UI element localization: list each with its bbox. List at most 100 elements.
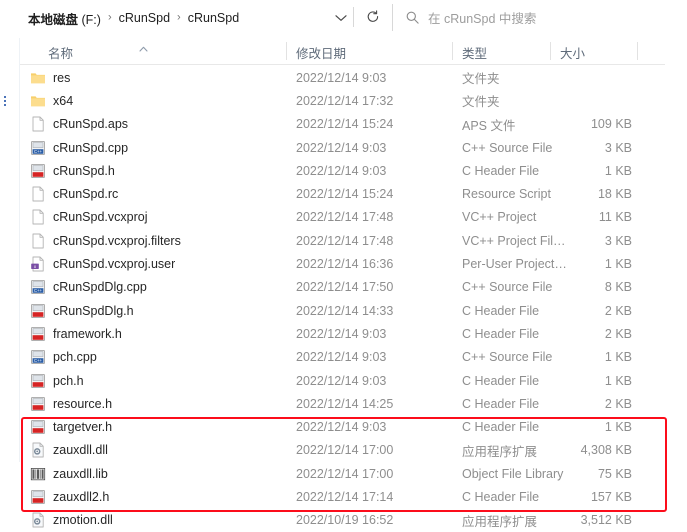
chevron-down-icon[interactable] — [332, 9, 350, 27]
search-box[interactable]: 在 cRunSpd 中搜索 — [392, 4, 683, 31]
file-date-modified: 2022/12/14 9:03 — [296, 140, 387, 155]
file-name[interactable]: cRunSpd.vcxproj.filters — [53, 234, 181, 248]
column-header-underline — [20, 64, 665, 65]
file-name[interactable]: cRunSpd.h — [53, 164, 115, 178]
file-size: 2 KB — [604, 396, 632, 411]
file-name[interactable]: cRunSpd.aps — [53, 117, 128, 131]
file-name[interactable]: cRunSpd.vcxproj — [53, 210, 148, 224]
table-row[interactable]: cRunSpd.vcxproj.filters 2022/12/14 17:48 V… — [20, 229, 687, 252]
table-row[interactable]: framework.h 2022/12/14 9:03 C Header File 2… — [20, 322, 687, 345]
file-size: 4,308 KB — [580, 443, 632, 458]
column-header-row[interactable]: 名称 修改日期 类型 大小 — [20, 38, 687, 64]
breadcrumb-item-crunspd-2[interactable]: cRunSpd — [188, 11, 239, 25]
file-name[interactable]: cRunSpd.cpp — [53, 141, 128, 155]
table-row[interactable]: C++ cRunSpd.cpp 2022/12/14 9:03 C++ Source … — [20, 136, 687, 159]
file-name[interactable]: x64 — [53, 94, 73, 108]
table-row[interactable]: x64 2022/12/14 17:32 文件夹 — [20, 89, 687, 112]
table-row[interactable]: cRunSpd.rc 2022/12/14 15:24 Resource Scrip… — [20, 182, 687, 205]
file-size: 3 KB — [604, 233, 632, 248]
breadcrumb-item-crunspd-1[interactable]: cRunSpd — [119, 11, 170, 25]
blank-file-icon — [30, 116, 46, 132]
table-row[interactable]: pch.h 2022/12/14 9:03 C Header File 1 KB — [20, 369, 687, 392]
folder-icon — [30, 70, 46, 86]
breadcrumb-item-drive[interactable]: 本地磁盘 (F:) — [28, 9, 101, 28]
breadcrumb-drive-letter: (F:) — [78, 12, 101, 27]
address-bar[interactable]: 本地磁盘 (F:) › cRunSpd › cRunSpd 在 cRunSpd … — [0, 0, 687, 36]
file-name[interactable]: cRunSpdDlg.cpp — [53, 280, 147, 294]
file-name[interactable]: zauxdll.dll — [53, 443, 108, 457]
breadcrumb[interactable]: 本地磁盘 (F:) › cRunSpd › cRunSpd — [28, 9, 239, 28]
table-row[interactable]: C++ cRunSpdDlg.cpp 2022/12/14 17:50 C++ Sou… — [20, 276, 687, 299]
column-divider[interactable] — [637, 42, 638, 60]
file-size: 3,512 KB — [580, 513, 632, 528]
file-date-modified: 2022/12/14 14:25 — [296, 396, 394, 411]
file-date-modified: 2022/12/14 16:36 — [296, 257, 394, 272]
column-header-size[interactable]: 大小 — [560, 43, 585, 62]
file-name[interactable]: framework.h — [53, 327, 122, 341]
cpp-file-icon: C++ — [30, 140, 46, 156]
column-header-type[interactable]: 类型 — [462, 43, 487, 62]
file-type: 文件夹 — [462, 95, 500, 110]
column-divider[interactable] — [452, 42, 453, 60]
header-file-icon — [30, 419, 46, 435]
file-name[interactable]: targetver.h — [53, 420, 112, 434]
file-name[interactable]: resource.h — [53, 397, 112, 411]
table-row[interactable]: zauxdll.dll 2022/12/14 17:00 应用程序扩展 4,308 K… — [20, 439, 687, 462]
file-list[interactable]: res 2022/12/14 9:03 文件夹 x64 2022/12/14 17:32… — [20, 66, 687, 532]
table-row[interactable]: zauxdll.lib 2022/12/14 17:00 Object File L… — [20, 462, 687, 485]
table-row[interactable]: zmotion.dll 2022/10/19 16:52 应用程序扩展 3,512 K… — [20, 509, 687, 532]
table-row[interactable]: cRunSpd.vcxproj 2022/12/14 17:48 VC++ Proj… — [20, 206, 687, 229]
file-date-modified: 2022/12/14 15:24 — [296, 187, 394, 202]
file-size: 8 KB — [604, 280, 632, 295]
table-row[interactable]: zauxdll2.h 2022/12/14 17:14 C Header File 1… — [20, 485, 687, 508]
pane-grip-dots-icon[interactable] — [4, 96, 7, 106]
breadcrumb-separator: › — [107, 11, 112, 24]
folder-icon — [30, 93, 46, 109]
file-name[interactable]: zauxdll2.h — [53, 490, 109, 504]
table-row[interactable]: x cRunSpd.vcxproj.user 2022/12/14 16:36 Per… — [20, 252, 687, 275]
table-row[interactable]: C++ pch.cpp 2022/12/14 9:03 C++ Source File… — [20, 346, 687, 369]
refresh-icon[interactable] — [364, 8, 382, 26]
file-date-modified: 2022/12/14 17:00 — [296, 466, 394, 481]
file-date-modified: 2022/12/14 17:50 — [296, 280, 394, 295]
table-row[interactable]: targetver.h 2022/12/14 9:03 C Header File 1… — [20, 415, 687, 438]
file-date-modified: 2022/12/14 17:00 — [296, 443, 394, 458]
file-size: 157 KB — [590, 489, 632, 504]
address-divider — [353, 7, 354, 27]
table-row[interactable]: res 2022/12/14 9:03 文件夹 — [20, 66, 687, 89]
svg-text:C++: C++ — [34, 358, 42, 363]
search-input[interactable]: 在 cRunSpd 中搜索 — [428, 8, 536, 27]
header-file-icon — [30, 489, 46, 505]
file-name[interactable]: zauxdll.lib — [53, 467, 108, 481]
svg-text:C++: C++ — [34, 288, 42, 293]
file-size: 1 KB — [604, 373, 632, 388]
file-name[interactable]: pch.cpp — [53, 350, 97, 364]
file-date-modified: 2022/12/14 15:24 — [296, 117, 394, 132]
file-size: 2 KB — [604, 303, 632, 318]
file-size: 2 KB — [604, 326, 632, 341]
file-name[interactable]: res — [53, 71, 70, 85]
file-date-modified: 2022/12/14 9:03 — [296, 373, 387, 388]
file-size: 3 KB — [604, 140, 632, 155]
file-name[interactable]: cRunSpd.rc — [53, 187, 118, 201]
column-header-date[interactable]: 修改日期 — [296, 43, 346, 62]
file-date-modified: 2022/12/14 14:33 — [296, 303, 394, 318]
file-name[interactable]: cRunSpdDlg.h — [53, 304, 134, 318]
table-row[interactable]: cRunSpd.h 2022/12/14 9:03 C Header File 1 K… — [20, 159, 687, 182]
file-size: 109 KB — [590, 117, 632, 132]
file-name[interactable]: pch.h — [53, 374, 84, 388]
table-row[interactable]: cRunSpdDlg.h 2022/12/14 14:33 C Header Fil… — [20, 299, 687, 322]
table-row[interactable]: cRunSpd.aps 2022/12/14 15:24 APS 文件 109 KB — [20, 113, 687, 136]
svg-text:C++: C++ — [34, 148, 42, 153]
column-header-name[interactable]: 名称 — [48, 43, 73, 62]
table-row[interactable]: resource.h 2022/12/14 14:25 C Header File 2… — [20, 392, 687, 415]
file-name[interactable]: zmotion.dll — [53, 513, 113, 527]
file-date-modified: 2022/10/19 16:52 — [296, 513, 394, 528]
column-divider[interactable] — [286, 42, 287, 60]
file-name[interactable]: cRunSpd.vcxproj.user — [53, 257, 175, 271]
cpp-file-icon: C++ — [30, 279, 46, 295]
column-divider[interactable] — [550, 42, 551, 60]
blank-file-icon — [30, 233, 46, 249]
file-date-modified: 2022/12/14 17:48 — [296, 210, 394, 225]
blank-file-icon — [30, 186, 46, 202]
